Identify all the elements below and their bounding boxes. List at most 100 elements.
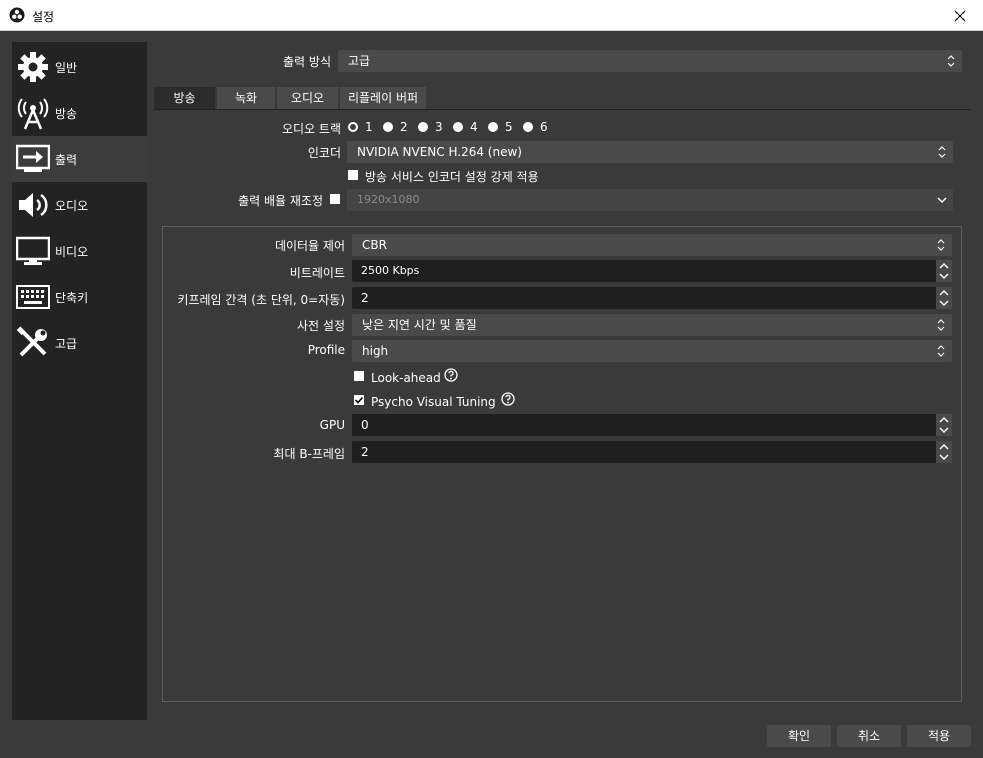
profile-value: high (362, 344, 389, 358)
audio-track-radio-4[interactable] (453, 122, 463, 132)
max-bframes-spinbox[interactable]: 2 (352, 441, 952, 463)
sidebar-item-general[interactable]: 일반 (12, 44, 147, 90)
gpu-spinbox[interactable]: 0 (352, 414, 952, 436)
rescale-value: 1920x1080 (357, 193, 420, 206)
apply-button[interactable]: 적용 (907, 725, 971, 747)
monitor-icon (15, 233, 51, 269)
updown-arrows-icon (937, 345, 945, 357)
broadcast-icon (15, 95, 51, 131)
stepper-arrows-icon (939, 263, 949, 279)
gpu-label: GPU (319, 418, 345, 432)
psycho-visual-tuning-label: Psycho Visual Tuning (371, 395, 496, 409)
help-icon[interactable] (444, 368, 458, 382)
audio-track-radio-6[interactable] (523, 122, 533, 132)
preset-value: 낮은 지연 시간 및 품질 (362, 318, 477, 332)
tab-replay-buffer[interactable]: 리플레이 버퍼 (340, 87, 426, 109)
chevron-down-icon (937, 197, 947, 203)
help-icon[interactable] (501, 392, 515, 406)
stepper-arrows-icon (939, 417, 949, 433)
max-bframes-label: 최대 B-프레임 (273, 447, 345, 461)
keyframe-interval-value: 2 (361, 291, 369, 305)
profile-combobox[interactable]: high (352, 340, 952, 362)
rate-control-value: CBR (362, 238, 387, 252)
tab-label: 녹화 (234, 91, 258, 105)
bitrate-stepper[interactable] (936, 260, 952, 282)
audio-track-radio-5[interactable] (488, 122, 498, 132)
rescale-checkbox[interactable] (330, 194, 340, 204)
stepper-arrows-icon (939, 444, 949, 460)
max-bframes-value: 2 (361, 445, 369, 459)
gear-icon (15, 49, 51, 85)
audio-track-radio-3[interactable] (418, 122, 428, 132)
close-icon (954, 10, 966, 21)
encoder-label: 인코더 (307, 146, 341, 160)
sidebar-item-label: 비디오 (55, 244, 89, 259)
obs-logo-icon (9, 7, 25, 23)
sidebar-item-label: 고급 (55, 336, 78, 351)
sidebar-item-video[interactable]: 비디오 (12, 228, 147, 274)
tab-label: 리플레이 버퍼 (347, 91, 419, 105)
cancel-button[interactable]: 취소 (837, 725, 901, 747)
tab-divider (154, 109, 971, 110)
tab-streaming[interactable]: 방송 (154, 87, 215, 109)
updown-arrows-icon (937, 239, 945, 251)
tab-label: 오디오 (290, 91, 325, 105)
sidebar-item-stream[interactable]: 방송 (12, 90, 147, 136)
tab-label: 방송 (173, 91, 196, 105)
output-mode-label: 출력 방식 (283, 55, 331, 69)
preset-label: 사전 설정 (297, 319, 345, 333)
encoder-value: NVIDIA NVENC H.264 (new) (357, 145, 522, 159)
audio-track-label: 오디오 트랙 (281, 122, 341, 136)
tools-icon (15, 325, 51, 361)
window-title: 설정 (32, 10, 55, 24)
sidebar-item-label: 방송 (55, 106, 78, 121)
tab-audio[interactable]: 오디오 (277, 87, 338, 109)
encoder-combobox[interactable]: NVIDIA NVENC H.264 (new) (347, 141, 953, 163)
updown-arrows-icon (947, 55, 955, 67)
rescale-combobox[interactable]: 1920x1080 (347, 189, 953, 211)
output-mode-combobox[interactable]: 고급 (338, 50, 962, 72)
keyframe-interval-spinbox[interactable]: 2 (352, 287, 952, 309)
keyframe-interval-label: 키프레임 간격 (초 단위, 0=자동) (177, 293, 345, 307)
title-bar: 설정 (0, 0, 983, 31)
max-bframes-stepper[interactable] (936, 441, 952, 463)
audio-track-radio-label: 2 (400, 120, 408, 134)
audio-track-radio-label: 5 (505, 120, 513, 134)
bitrate-label: 비트레이트 (289, 266, 345, 280)
rate-control-combobox[interactable]: CBR (352, 234, 952, 256)
enforce-encoder-checkbox[interactable] (348, 170, 358, 180)
gpu-value: 0 (361, 418, 369, 432)
sidebar-item-label: 일반 (55, 60, 78, 75)
stepper-arrows-icon (939, 290, 949, 306)
updown-arrows-icon (937, 319, 945, 331)
sidebar-item-hotkeys[interactable]: 단축키 (12, 274, 147, 320)
sidebar-item-output[interactable]: 출력 (12, 136, 147, 182)
rescale-label: 출력 배율 재조정 (238, 194, 323, 208)
sidebar-item-label: 오디오 (55, 198, 89, 213)
psycho-visual-tuning-checkbox[interactable] (354, 395, 364, 405)
enforce-encoder-label: 방송 서비스 인코더 설정 강제 적용 (365, 170, 539, 184)
ok-button[interactable]: 확인 (767, 725, 831, 747)
keyframe-interval-stepper[interactable] (936, 287, 952, 309)
look-ahead-checkbox[interactable] (354, 371, 364, 381)
sidebar-item-advanced[interactable]: 고급 (12, 320, 147, 366)
bitrate-spinbox[interactable]: 2500 Kbps (352, 260, 952, 282)
close-button[interactable] (937, 0, 983, 31)
keyboard-icon (15, 279, 51, 315)
audio-track-radio-label: 4 (470, 120, 478, 134)
audio-track-radio-2[interactable] (383, 122, 393, 132)
tab-recording[interactable]: 녹화 (217, 87, 275, 109)
profile-label: Profile (307, 343, 345, 357)
gpu-stepper[interactable] (936, 414, 952, 436)
updown-arrows-icon (938, 146, 946, 158)
audio-track-radio-1[interactable] (348, 122, 358, 132)
preset-combobox[interactable]: 낮은 지연 시간 및 품질 (352, 314, 952, 336)
bitrate-value: 2500 Kbps (361, 264, 420, 277)
audio-track-radio-label: 6 (540, 120, 548, 134)
settings-sidebar: 일반 방송 출력 오디오 비디오 단축키 고급 (12, 42, 147, 720)
output-icon (15, 141, 51, 177)
sidebar-item-label: 단축키 (55, 290, 89, 305)
rate-control-label: 데이터율 제어 (274, 239, 345, 253)
sidebar-item-audio[interactable]: 오디오 (12, 182, 147, 228)
look-ahead-label: Look-ahead (371, 371, 441, 385)
